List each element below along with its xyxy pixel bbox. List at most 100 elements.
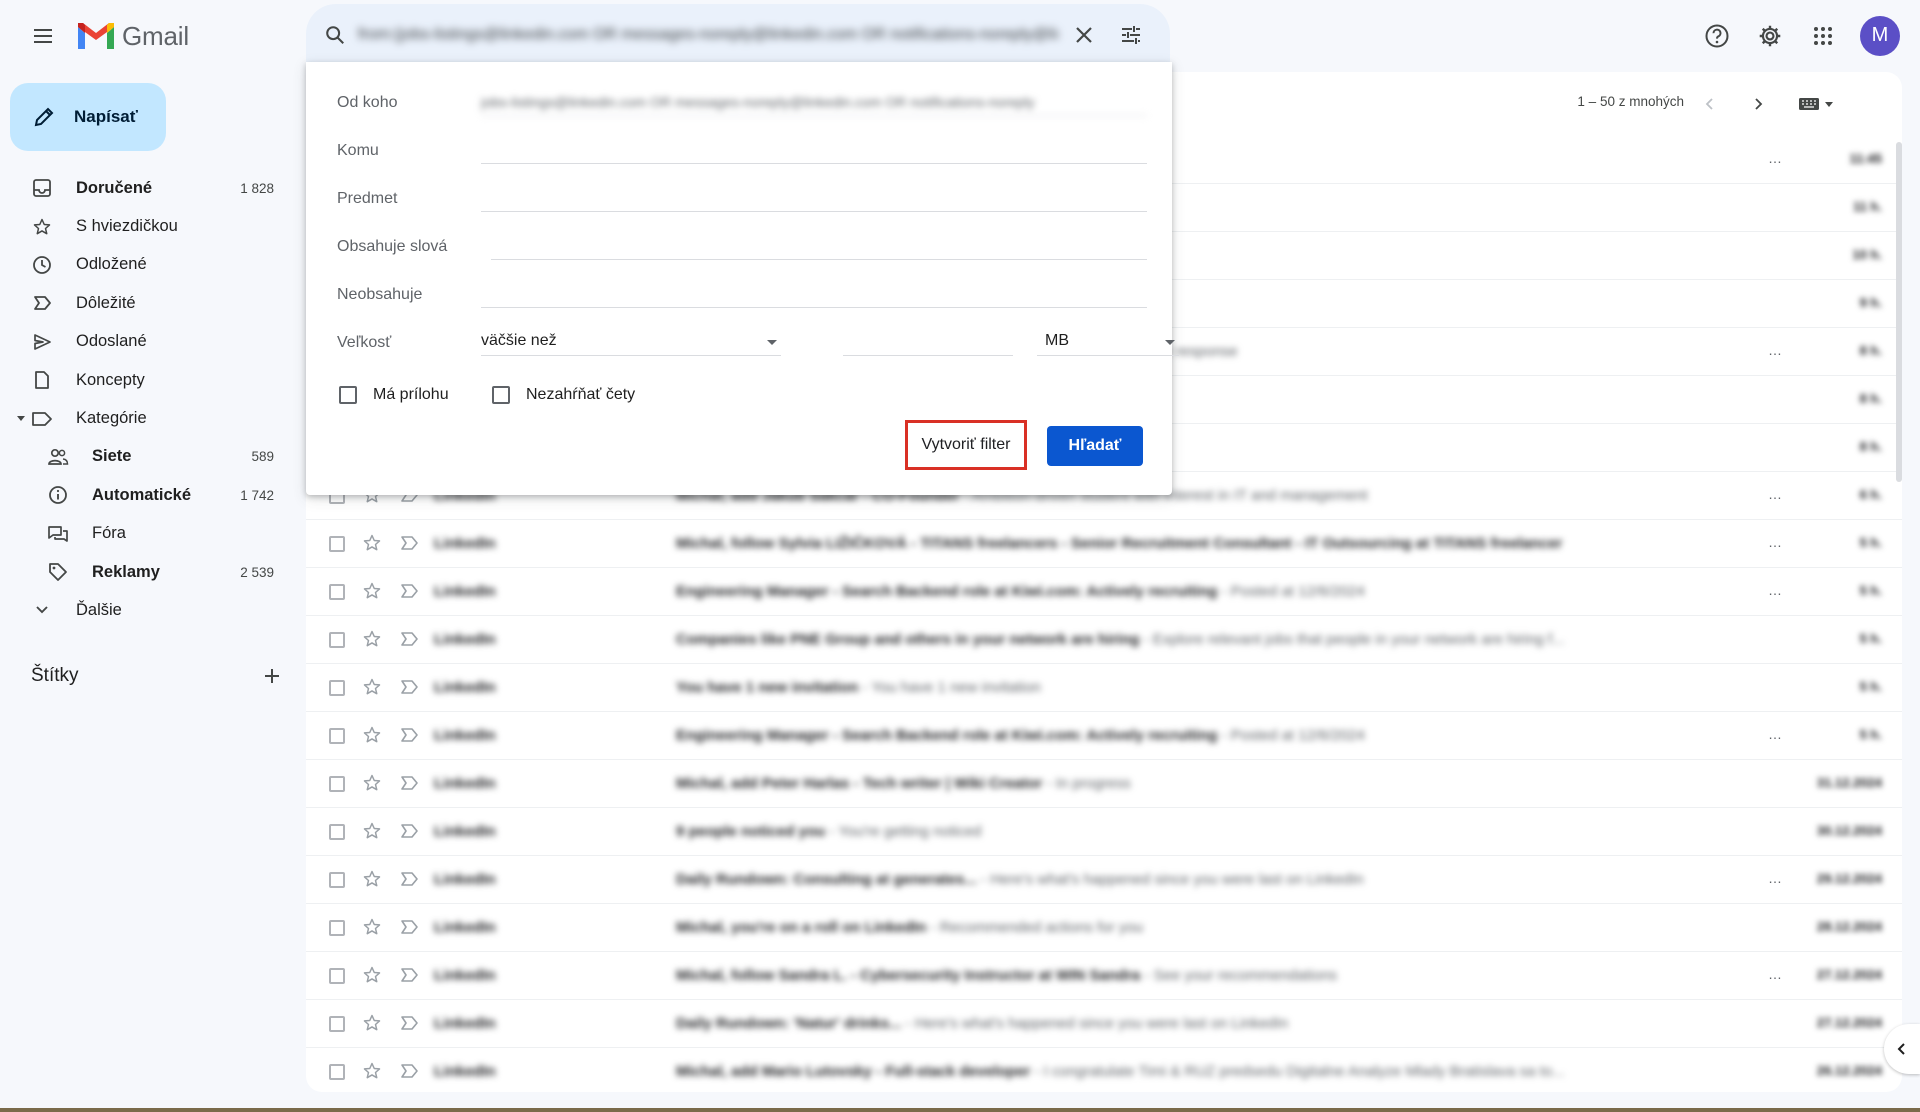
sidebar-item-updates[interactable]: Automatické 1 742 [0,476,290,514]
mail-row[interactable]: LinkedIn Michal, add Peter Harlas - Tech … [306,760,1902,808]
help-button[interactable] [1695,14,1738,57]
important-icon[interactable] [400,678,420,696]
search-button[interactable] [320,20,350,50]
compose-button[interactable]: Napísať [10,83,166,151]
sidebar-item-snoozed[interactable]: Odložené [0,246,290,284]
more-icon[interactable]: … [1768,342,1782,358]
account-avatar[interactable]: M [1860,15,1900,56]
important-icon[interactable] [400,1062,420,1080]
star-icon[interactable] [362,917,382,937]
gmail-logo[interactable]: Gmail [76,18,189,54]
has-attachment-option[interactable]: Má prílohu [339,380,449,410]
star-icon[interactable] [362,1013,382,1033]
mail-row[interactable]: LinkedIn Engineering Manager - Search Bac… [306,712,1902,760]
size-unit-select[interactable]: MB [1037,328,1179,356]
more-icon[interactable]: … [1768,870,1782,886]
exclude-chats-option[interactable]: Nezahŕňať čety [492,380,635,410]
star-icon[interactable] [362,869,382,889]
row-checkbox[interactable] [329,1064,345,1080]
sidebar-item-promotions[interactable]: Reklamy 2 539 [0,553,290,591]
more-icon[interactable]: … [1768,582,1782,598]
row-checkbox[interactable] [329,872,345,888]
mail-row[interactable]: LinkedIn Michal, you're on a roll on Link… [306,904,1902,952]
more-icon[interactable]: … [1768,486,1782,502]
to-input[interactable] [481,136,1147,164]
apps-button[interactable] [1801,14,1844,57]
star-icon[interactable] [362,1061,382,1081]
more-icon[interactable]: … [1768,534,1782,550]
sidebar-item-starred[interactable]: S hviezdičkou [0,207,290,245]
star-icon[interactable] [362,821,382,841]
sidebar-item-inbox[interactable]: Doručené 1 828 [0,169,290,207]
star-icon[interactable] [362,725,382,745]
row-checkbox[interactable] [329,1016,345,1032]
important-icon[interactable] [400,774,420,792]
mail-subject: Michal, follow Sylvia LIŽIČKOVÁ - TITANS… [676,535,1766,552]
mail-row[interactable]: LinkedIn Daily Rundown: 'Natur' drinks...… [306,1000,1902,1048]
sidebar-item-social[interactable]: Siete 589 [0,438,290,476]
sidebar-item-categories[interactable]: Kategórie [0,399,290,437]
important-icon[interactable] [400,822,420,840]
star-icon[interactable] [362,533,382,553]
from-input[interactable] [481,88,1147,116]
mail-row[interactable]: LinkedIn Daily Rundown: Consulting at gen… [306,856,1902,904]
star-icon[interactable] [362,773,382,793]
important-icon[interactable] [400,582,420,600]
important-icon[interactable] [400,630,420,648]
search-submit-button[interactable]: Hľadať [1047,426,1143,466]
important-icon[interactable] [400,870,420,888]
sidebar-item-sent[interactable]: Odoslané [0,323,290,361]
exclude-chats-checkbox[interactable] [492,386,510,404]
row-checkbox[interactable] [329,920,345,936]
main-menu-button[interactable] [21,14,65,58]
more-icon[interactable]: … [1768,966,1782,982]
sidebar-item-drafts[interactable]: Koncepty [0,361,290,399]
has-words-input[interactable] [491,232,1147,260]
star-icon[interactable] [362,629,382,649]
search-input[interactable] [358,22,1058,48]
more-icon[interactable]: … [1768,726,1782,742]
sidebar-item-forums[interactable]: Fóra [0,515,290,553]
row-checkbox[interactable] [329,968,345,984]
mail-row[interactable]: LinkedIn Michal, follow Sandra L. - Cyber… [306,952,1902,1000]
search-options-button[interactable] [1114,19,1148,51]
important-icon[interactable] [400,726,420,744]
row-checkbox[interactable] [329,776,345,792]
size-value-input[interactable] [843,328,1013,356]
sidebar-item-important[interactable]: Dôležité [0,284,290,322]
important-icon[interactable] [400,966,420,984]
clear-search-button[interactable] [1068,19,1100,51]
mail-row[interactable]: LinkedIn Engineering Manager - Search Bac… [306,568,1902,616]
create-filter-button[interactable]: Vytvoriť filter [905,420,1027,470]
settings-button[interactable] [1748,14,1791,57]
older-page-button[interactable] [1696,90,1724,118]
row-checkbox[interactable] [329,536,345,552]
subject-input[interactable] [481,184,1147,212]
mail-row[interactable]: LinkedIn You have 1 new invitation - You … [306,664,1902,712]
row-checkbox[interactable] [329,824,345,840]
mail-row[interactable]: LinkedIn 9 people noticed you - You're ge… [306,808,1902,856]
important-icon[interactable] [400,918,420,936]
input-tools-button[interactable] [1798,92,1842,116]
row-checkbox[interactable] [329,632,345,648]
star-icon[interactable] [362,677,382,697]
row-checkbox[interactable] [329,680,345,696]
important-icon[interactable] [400,534,420,552]
mail-row[interactable]: LinkedIn Michal, add Mario Lutovsky - Ful… [306,1048,1902,1092]
scrollbar[interactable] [1896,142,1902,482]
important-icon[interactable] [400,1014,420,1032]
mail-row[interactable]: LinkedIn Companies like PNE Group and oth… [306,616,1902,664]
has-attachment-checkbox[interactable] [339,386,357,404]
row-checkbox[interactable] [329,728,345,744]
doesnt-have-input[interactable] [481,280,1147,308]
row-checkbox[interactable] [329,584,345,600]
star-icon[interactable] [362,581,382,601]
star-icon[interactable] [362,965,382,985]
mail-row[interactable]: LinkedIn Michal, follow Sylvia LIŽIČKOVÁ … [306,520,1902,568]
hamburger-icon [34,29,52,43]
plus-icon[interactable] [263,667,281,685]
more-icon[interactable]: … [1768,150,1782,166]
size-operator-select[interactable]: väčšie než [481,328,781,356]
sidebar-item-more[interactable]: Ďalšie [0,591,290,629]
newer-page-button[interactable] [1744,90,1772,118]
